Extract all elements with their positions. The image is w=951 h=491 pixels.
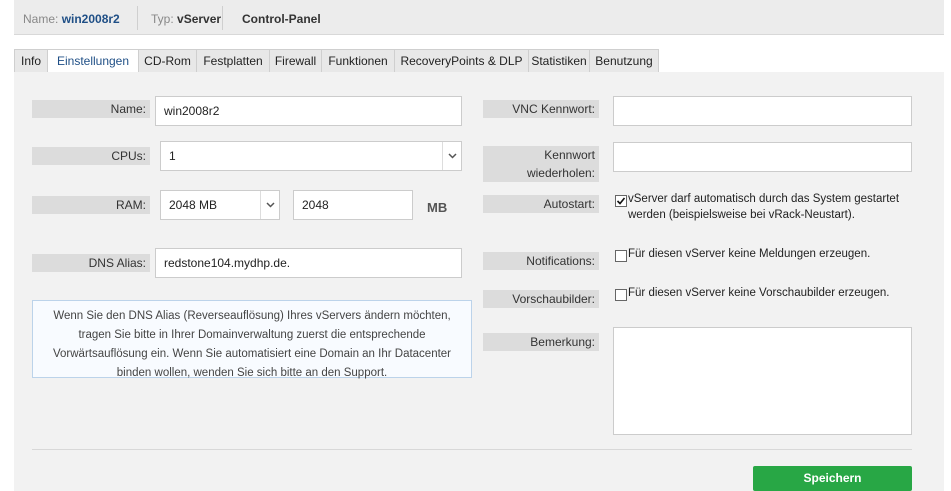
autostart-checkbox[interactable] <box>615 195 627 207</box>
name-input[interactable]: win2008r2 <box>155 96 462 126</box>
ram-label: RAM: <box>32 196 150 214</box>
autostart-text-line2: werden (beispielsweise bei vRack-Neustar… <box>628 209 855 221</box>
name-label: Name: <box>32 100 150 118</box>
tab-festplatten[interactable]: Festplatten <box>196 49 270 72</box>
previews-label: Vorschaubilder: <box>483 290 599 308</box>
tab-funktionen[interactable]: Funktionen <box>321 49 395 72</box>
server-type-label: Typ: <box>151 12 174 26</box>
header-divider <box>222 6 223 30</box>
cpus-select[interactable]: 1 <box>160 141 462 171</box>
control-panel-link[interactable]: Control-Panel <box>242 0 321 34</box>
info-text-line: tragen Sie bitte in Ihrer Domainverwaltu… <box>78 329 426 341</box>
checkmark-icon <box>616 197 626 205</box>
tab-einstellungen[interactable]: Einstellungen <box>47 49 139 73</box>
info-text-line: Wenn Sie den DNS Alias (Reverseauflösung… <box>53 310 451 322</box>
autostart-label: Autostart: <box>483 195 599 213</box>
server-name-value: win2008r2 <box>61 12 120 26</box>
server-type: Typ: vServer <box>151 0 221 34</box>
server-name-label: Name: <box>23 12 59 26</box>
ram-input[interactable]: 2048 <box>293 190 413 220</box>
dns-info-box: Wenn Sie den DNS Alias (Reverseauflösung… <box>32 300 472 379</box>
header-bar: Name: win2008r2 Typ: vServer Control-Pan… <box>14 0 944 35</box>
ram-select[interactable]: 2048 MB <box>160 190 280 220</box>
cpus-value: 1 <box>169 149 176 163</box>
server-name: Name: win2008r2 <box>23 0 120 34</box>
chevron-down-icon <box>260 191 279 219</box>
remark-label: Bemerkung: <box>483 333 599 351</box>
password-repeat-label-line1: Kennwort <box>544 148 595 162</box>
tab-statistiken[interactable]: Statistiken <box>528 49 590 72</box>
notifications-checkbox[interactable] <box>615 250 627 262</box>
vnc-password-input[interactable] <box>613 96 912 126</box>
info-text-line: binden wollen, wenden Sie sich bitte an … <box>116 367 388 379</box>
notifications-text: Für diesen vServer keine Meldungen erzeu… <box>628 248 871 260</box>
server-type-value: vServer <box>177 12 222 26</box>
vnc-password-label: VNC Kennwort: <box>483 100 599 118</box>
tab-benutzung[interactable]: Benutzung <box>589 49 659 72</box>
remark-textarea[interactable] <box>613 327 912 435</box>
header-divider <box>137 6 138 30</box>
ram-unit: MB <box>427 200 448 215</box>
autostart-text-line1: vServer darf automatisch durch das Syste… <box>628 193 900 205</box>
tab-info[interactable]: Info <box>14 49 48 72</box>
tab-firewall[interactable]: Firewall <box>269 49 322 72</box>
dns-alias-input[interactable]: redstone104.mydhp.de. <box>155 248 462 278</box>
info-text-line: Vorwärtsauflösung ein. Wenn Sie automati… <box>52 348 452 360</box>
password-repeat-label-line2: wiederholen: <box>526 166 595 180</box>
previews-checkbox[interactable] <box>615 289 627 301</box>
password-repeat-label: Kennwort wiederholen: <box>483 146 599 182</box>
cpus-label: CPUs: <box>32 147 150 165</box>
save-button[interactable]: Speichern <box>753 466 912 491</box>
password-repeat-input[interactable] <box>613 142 912 172</box>
autostart-text: vServer darf automatisch durch das Syste… <box>628 191 918 223</box>
notifications-label: Notifications: <box>483 252 599 270</box>
tab-recoverypoints[interactable]: RecoveryPoints & DLP <box>394 49 529 72</box>
tab-cd-rom[interactable]: CD-Rom <box>138 49 197 72</box>
ram-select-value: 2048 MB <box>169 198 218 212</box>
dns-alias-label: DNS Alias: <box>32 254 150 272</box>
divider <box>32 449 912 450</box>
chevron-down-icon <box>442 142 461 170</box>
previews-text: Für diesen vServer keine Vorschaubilder … <box>628 287 890 299</box>
